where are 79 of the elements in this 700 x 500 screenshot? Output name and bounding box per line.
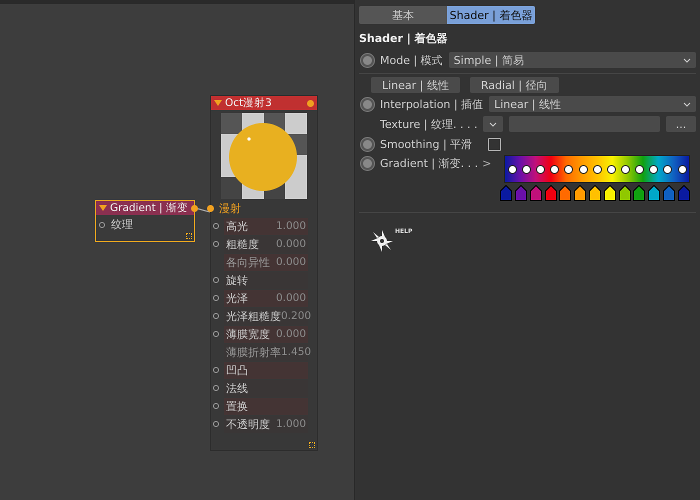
gradient-knot-icon[interactable] [633,185,646,201]
checkbox[interactable] [488,138,502,150]
input-label: 纹理 [111,217,133,232]
stop-dot-icon[interactable] [578,164,588,174]
texture-dropdown[interactable] [483,116,504,132]
input-port-icon[interactable] [213,367,219,373]
output-port-icon[interactable] [190,204,198,212]
chevron-down-icon [683,102,691,106]
stop-dot-icon[interactable] [635,164,644,174]
parameter-field[interactable]: 不透明度 1.000 [224,416,308,432]
gradient-knot-icon[interactable] [559,185,572,201]
input-port-icon[interactable] [213,313,219,319]
gradient-bar[interactable] [504,155,690,183]
gradient-knot-icon[interactable] [574,185,586,201]
field-label: Smoothing | 平滑 [380,136,472,152]
stop-dot-icon[interactable] [606,164,616,174]
node-title: Oct漫射3 [225,96,273,110]
input-port-icon[interactable] [213,331,219,337]
tab[interactable]: 基本 [359,6,447,24]
gradient-knot-icon[interactable] [648,185,660,201]
expander-arrow[interactable]: > [482,157,492,170]
animate-toggle[interactable] [361,157,374,170]
stop-dot-icon[interactable] [620,164,630,174]
tab[interactable]: Shader | 着色器 [447,6,535,24]
input-port-icon[interactable] [213,385,219,391]
field-label: Gradient | 渐变. . . [380,156,478,171]
animate-toggle[interactable] [361,138,374,150]
parameter-field[interactable]: 薄膜宽度 0.000 [224,326,308,342]
parameter-field[interactable]: 高光 1.000 [224,218,308,234]
stop-dot-icon[interactable] [663,164,672,174]
stop-dot-icon[interactable] [508,164,517,174]
gradient-knot-icon[interactable] [589,185,602,201]
input-port-icon[interactable] [213,223,219,229]
resize-grip-icon[interactable] [309,442,315,448]
input-port-icon[interactable] [213,241,219,247]
animate-toggle[interactable] [361,98,374,110]
octane-logo-icon [369,228,395,254]
interpolation-dropdown[interactable]: Linear | 线性 [489,96,696,112]
node-title: Gradient | 渐变 [110,201,188,215]
collapse-triangle-icon[interactable] [214,100,222,106]
parameter-field[interactable]: 置换 [224,398,308,414]
stop-dot-icon[interactable] [649,164,658,174]
input-port-icon[interactable] [207,204,214,212]
stop-dot-icon[interactable] [550,164,560,174]
input-port-icon[interactable] [99,222,105,228]
field-label: Mode | 模式 [380,52,443,68]
preset-button[interactable]: Radial | 径向 [470,77,559,93]
parameter-field[interactable]: 光泽粗糙度0.200 [224,308,308,324]
field-label: Texture | 纹理. . . . [380,116,478,132]
parameter-field[interactable]: 薄膜折射率1.450 [224,344,308,360]
parameter-field[interactable]: 粗糙度 0.000 [224,236,308,252]
gradient-node[interactable]: Gradient | 渐变 纹理 [95,200,195,242]
input-port-icon[interactable] [213,421,219,427]
stop-dot-icon[interactable] [592,164,602,174]
gradient-knot-icon[interactable] [618,185,631,201]
stop-dot-icon[interactable] [564,164,574,174]
stop-dot-icon[interactable] [536,164,546,174]
chevron-down-icon [683,58,691,62]
chevron-down-icon [489,122,498,126]
stop-dot-icon[interactable] [522,164,531,174]
resize-grip-icon[interactable] [186,233,192,239]
parameter-field[interactable]: 各向异性 0.000 [224,254,308,270]
gradient-knot-icon[interactable] [604,185,616,201]
parameter-field[interactable]: 凹凸 [224,362,308,378]
browse-button[interactable]: ... [666,116,696,132]
stop-dot-icon[interactable] [678,164,687,174]
parameter-field[interactable]: 光泽 0.000 [224,290,308,306]
field-label: Interpolation | 插值 [380,96,484,112]
animate-toggle[interactable] [361,54,374,66]
material-node[interactable]: Oct漫射3 漫射 高光 1.000 粗糙度 0.000 各向异性 0.000 旋转 光泽 0.000 光泽粗糙度0.200 薄膜宽度 0.000 薄膜折射率1.450 凹凸 法线 置换 不透明度 1.000 [210,95,318,451]
input-port-icon[interactable] [213,277,219,283]
input-port-icon[interactable] [213,295,219,301]
input-port-icon[interactable] [213,403,219,409]
output-port-icon[interactable] [307,100,314,106]
mode-dropdown[interactable]: Simple | 简易 [448,52,696,68]
collapse-triangle-icon[interactable] [99,205,107,211]
preset-button[interactable]: Linear | 线性 [371,77,460,93]
output-label: 漫射 [219,200,241,216]
section-title: Shader | 着色器 [359,31,449,46]
